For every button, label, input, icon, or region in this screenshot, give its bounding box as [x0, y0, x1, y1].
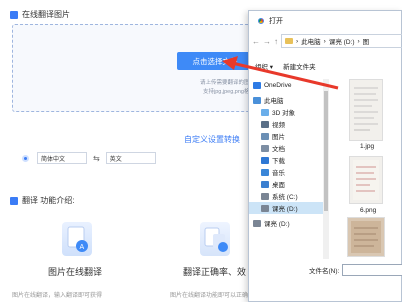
breadcrumb-item[interactable]: 此电脑: [301, 36, 321, 46]
nav-item-label: 视频: [272, 122, 285, 129]
picture-icon: [261, 132, 269, 140]
nav-item[interactable]: 音乐: [249, 166, 323, 178]
chrome-icon: [257, 17, 265, 25]
address-row: ← → ↑ › 此电脑 › 课亮 (D:) › 图: [249, 33, 402, 49]
nav-item-label: 此电脑: [264, 98, 284, 105]
nav-item-label: 桌面: [272, 182, 285, 189]
folder-icon: [285, 38, 293, 44]
nav-item-label: 课亮 (D:): [272, 206, 298, 213]
filename-input[interactable]: [342, 264, 402, 276]
filename-row: 文件名(N):: [309, 263, 402, 277]
navigation-pane: OneDrive 此电脑 3D 对象视频图片文档下载音乐桌面系统 (C:) 课亮 (D…: [249, 79, 323, 259]
nav-item[interactable]: 文档: [249, 142, 323, 154]
nav-item[interactable]: OneDrive: [249, 79, 323, 91]
custom-settings-link[interactable]: 自定义设置转换: [184, 134, 240, 145]
forward-arrow-icon[interactable]: →: [263, 37, 271, 46]
nav-item-label: 下载: [272, 158, 285, 165]
dialog-title-bar: 打开: [249, 11, 402, 31]
computer-icon: [253, 96, 261, 104]
nav-item[interactable]: 课亮 (D:): [249, 202, 323, 214]
upload-formats: 支持jpg,jpeg,png格式: [203, 89, 255, 95]
target-language-value: 英文: [109, 156, 122, 163]
choose-file-button[interactable]: 点击选择文件: [177, 52, 253, 70]
nav-item-label: 系统 (C:): [272, 194, 298, 201]
swap-icon[interactable]: ⇆: [93, 154, 100, 163]
language-row: 简体中文 ⇆ 英文: [12, 150, 252, 166]
file-thumbnail[interactable]: [349, 156, 383, 204]
svg-text:A: A: [80, 244, 85, 251]
cloud-icon: [253, 81, 261, 89]
feature-name: 图片在线翻译: [48, 267, 103, 277]
drive-icon: [253, 219, 261, 227]
chevron-right-icon: ›: [296, 37, 299, 45]
filename-label: 文件名(N):: [309, 268, 340, 275]
nav-item[interactable]: 图片: [249, 130, 323, 142]
upload-drop-zone[interactable]: 点击选择文件 请上传需要翻译的图片 支持jpg,jpeg,png格式: [12, 24, 255, 112]
nav-scrollbar-thumb[interactable]: [324, 91, 328, 211]
nav-item[interactable]: 课亮 (D:): [249, 217, 323, 229]
source-language-value: 简体中文: [41, 156, 66, 163]
target-language-select[interactable]: 英文: [105, 152, 156, 164]
nav-item[interactable]: 视频: [249, 118, 323, 130]
dialog-toolbar: 组织 ▾ 新建文件夹: [249, 58, 402, 74]
breadcrumb-item[interactable]: 课亮 (D:): [329, 36, 355, 46]
desktop-icon: [261, 180, 269, 188]
file-open-dialog: 打开 ← → ↑ › 此电脑 › 课亮 (D:) › 图 组织 ▾ 新建文件夹 …: [248, 10, 402, 302]
back-arrow-icon[interactable]: ←: [252, 37, 260, 46]
document-icon: [261, 144, 269, 152]
new-folder-button[interactable]: 新建文件夹: [283, 61, 316, 71]
section-square-icon: [10, 196, 18, 205]
image-translate-icon: A: [62, 222, 92, 256]
feature-desc: 图片在线翻译功能即可以正确方便: [170, 293, 261, 299]
radio-dot-icon[interactable]: [22, 154, 29, 162]
accuracy-icon: [200, 222, 230, 256]
feature-section-title-text: 翻译 功能介绍:: [22, 196, 75, 205]
chevron-right-icon: ›: [323, 37, 326, 45]
download-icon: [261, 156, 269, 164]
video-icon: [261, 120, 269, 128]
source-language-select[interactable]: 简体中文: [37, 152, 87, 164]
feature-desc: 图片在线翻译，输入翻译即可获得: [12, 293, 103, 299]
nav-scrollbar[interactable]: [323, 79, 329, 259]
drive-icon: [261, 204, 269, 212]
feature-name: 翻译正确率、效: [183, 267, 247, 277]
section-square-icon: [10, 10, 18, 19]
music-icon: [261, 168, 269, 176]
upload-section-title: 在线翻译图片: [10, 9, 70, 20]
organize-button[interactable]: 组织 ▾: [255, 61, 273, 71]
breadcrumb-item[interactable]: 图: [363, 36, 370, 46]
chevron-right-icon: ›: [357, 37, 360, 45]
nav-item-label: 课亮 (D:): [264, 221, 290, 228]
nav-item[interactable]: 此电脑: [249, 94, 323, 106]
address-bar[interactable]: › 此电脑 › 课亮 (D:) › 图: [281, 34, 402, 48]
file-thumbnail[interactable]: [349, 79, 383, 141]
file-name-label[interactable]: 6.png: [360, 207, 376, 214]
file-name-label[interactable]: 1.jpg: [360, 143, 374, 150]
up-arrow-icon[interactable]: ↑: [274, 37, 278, 46]
nav-item[interactable]: 3D 对象: [249, 106, 323, 118]
file-thumbnail[interactable]: [347, 217, 385, 257]
nav-item[interactable]: 桌面: [249, 178, 323, 190]
dialog-title: 打开: [269, 18, 283, 25]
feature-section-title: 翻译 功能介绍:: [10, 195, 74, 206]
cube-icon: [261, 108, 269, 116]
upload-section-title-text: 在线翻译图片: [22, 10, 70, 19]
nav-item-label: 音乐: [272, 170, 285, 177]
nav-item[interactable]: 系统 (C:): [249, 190, 323, 202]
nav-item-label: 3D 对象: [272, 110, 296, 117]
nav-item[interactable]: 下载: [249, 154, 323, 166]
nav-item-label: 图片: [272, 134, 285, 141]
drive-icon: [261, 192, 269, 200]
upload-hint: 请上传需要翻译的图片: [199, 80, 255, 86]
nav-item-label: 文档: [272, 146, 285, 153]
nav-item-label: OneDrive: [264, 81, 292, 89]
